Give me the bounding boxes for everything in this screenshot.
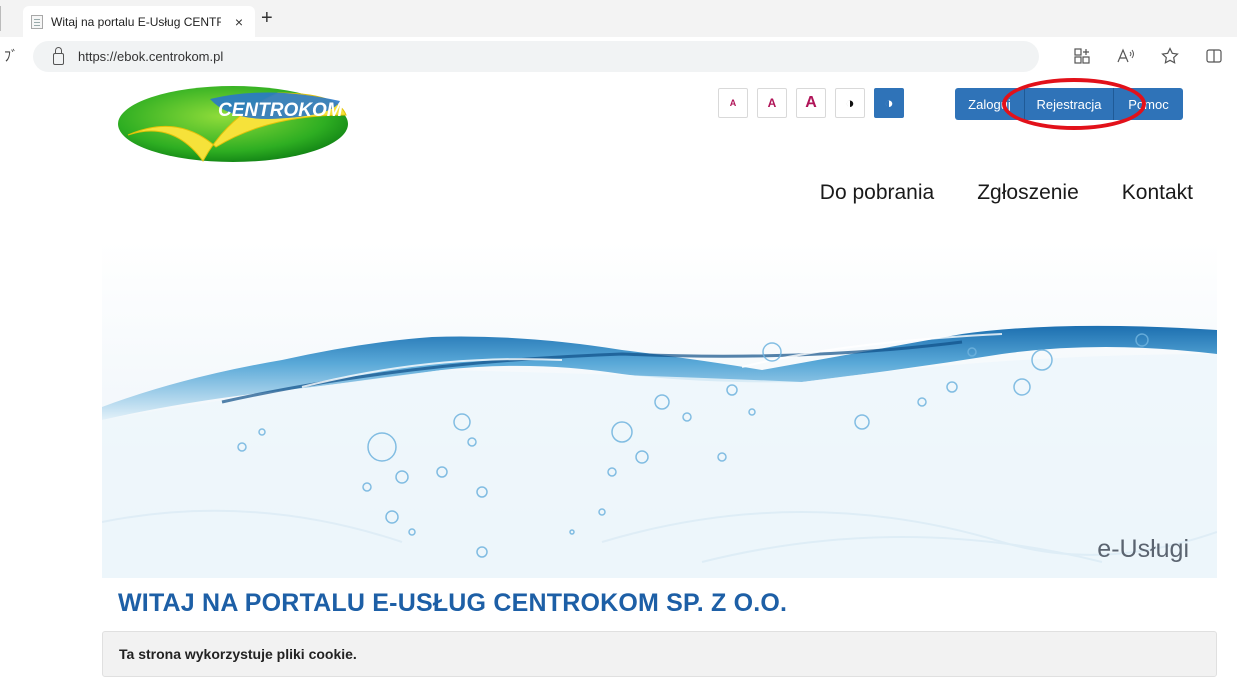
split-screen-icon[interactable] <box>1203 45 1225 67</box>
help-button[interactable]: Pomoc <box>1114 88 1183 120</box>
cookie-notice: Ta strona wykorzystuje pliki cookie. <box>102 631 1217 677</box>
hero-caption: e-Usługi <box>1097 535 1189 563</box>
page-title: WITAJ NA PORTALU E-USŁUG CENTROKOM SP. Z… <box>118 589 788 617</box>
browser-tab-bar: Witaj na portalu E-Usług CENTRO × + <box>0 0 1237 37</box>
browser-toolbar <box>1071 45 1225 67</box>
favorite-star-icon[interactable] <box>1159 45 1181 67</box>
accessibility-controls: A A A ◑ ◑ <box>718 88 904 118</box>
centrokom-logo[interactable]: CENTROKOM <box>118 85 348 163</box>
nav-item-downloads[interactable]: Do pobrania <box>820 181 934 205</box>
nav-item-contact[interactable]: Kontakt <box>1122 181 1193 205</box>
login-button[interactable]: Zaloguj <box>955 88 1025 120</box>
register-button[interactable]: Rejestracja <box>1025 88 1114 120</box>
web-page: CENTROKOM A A A ◑ ◑ Zaloguj Rejestracja … <box>0 75 1237 679</box>
read-aloud-icon[interactable] <box>1115 45 1137 67</box>
new-tab-button[interactable]: + <box>261 6 273 30</box>
app-available-icon[interactable] <box>1071 45 1093 67</box>
tab-close-button[interactable]: × <box>231 14 247 30</box>
browser-address-bar: ﾌﾞ https://ebok.centrokom.pl <box>0 37 1237 75</box>
nav-item-report[interactable]: Zgłoszenie <box>977 181 1079 205</box>
font-size-medium-button[interactable]: A <box>757 88 787 118</box>
cookie-notice-text: Ta strona wykorzystuje pliki cookie. <box>119 646 357 662</box>
lock-icon[interactable] <box>53 46 64 65</box>
browser-tab[interactable]: Witaj na portalu E-Usług CENTRO × <box>23 6 255 37</box>
url-text[interactable]: https://ebok.centrokom.pl <box>78 49 223 64</box>
url-field[interactable]: https://ebok.centrokom.pl <box>33 41 1039 72</box>
high-contrast-button[interactable]: ◑ <box>874 88 904 118</box>
contrast-toggle-button[interactable]: ◑ <box>835 88 865 118</box>
font-size-small-button[interactable]: A <box>718 88 748 118</box>
logo-text: CENTROKOM <box>218 100 344 121</box>
page-favicon-icon <box>31 14 43 29</box>
back-icon[interactable]: ﾌﾞ <box>4 46 18 66</box>
auth-buttons: Zaloguj Rejestracja Pomoc <box>955 88 1183 120</box>
tab-title: Witaj na portalu E-Usług CENTRO <box>51 14 221 29</box>
water-splash-image <box>102 325 1217 578</box>
main-navigation: Do pobrania Zgłoszenie Kontakt <box>820 181 1193 205</box>
font-size-large-button[interactable]: A <box>796 88 826 118</box>
hero-banner: e-Usługi <box>102 242 1217 578</box>
tab-strip-edge <box>0 6 4 31</box>
